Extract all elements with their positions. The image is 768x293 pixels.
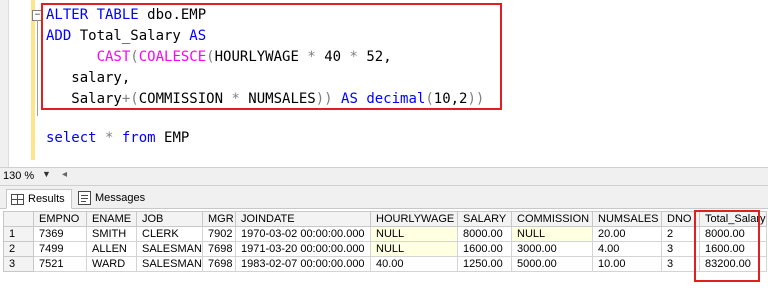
table-cell[interactable]: 8000.00 [457,226,512,242]
tab-messages[interactable]: Messages [74,189,151,207]
table-cell[interactable]: 5000.00 [511,256,593,272]
table-cell[interactable]: 7369 [33,226,87,242]
tab-results-label: Results [28,193,65,205]
total-salary-highlight [694,210,760,282]
table-cell[interactable]: 1970-03-02 00:00:00.000 [235,226,371,242]
column-header-empno[interactable]: EMPNO [33,211,87,227]
column-header-salary[interactable]: SALARY [457,211,512,227]
table-cell[interactable]: 7902 [202,226,236,242]
table-cell[interactable]: 10.00 [592,256,662,272]
scroll-left-icon[interactable]: ◂ [62,169,67,180]
messages-icon [78,191,91,205]
editor-gutter [0,0,9,167]
row-number-header[interactable] [3,211,34,227]
table-cell[interactable]: SMITH [86,226,137,242]
code-token: select [46,130,106,146]
grid-header-row: EMPNO ENAME JOB MGR JOINDATE HOURLYWAGE SALARY… [3,211,767,227]
code-line[interactable]: select * from EMP [46,128,189,149]
table-cell[interactable]: 7521 [33,256,87,272]
table-cell[interactable]: 20.00 [592,226,662,242]
table-cell[interactable]: WARD [86,256,137,272]
grid-icon [11,193,24,205]
table-cell[interactable]: SALESMAN [136,241,203,257]
query-editor[interactable]: − ALTER TABLE dbo.EMP ADD Total_Salary AS… [0,0,768,167]
tab-messages-label: Messages [95,192,146,204]
table-cell[interactable]: 7698 [202,241,236,257]
chevron-down-icon[interactable]: ▼ [42,169,51,179]
column-header-job[interactable]: JOB [136,211,203,227]
table-cell[interactable]: CLERK [136,226,203,242]
table-cell[interactable]: 1600.00 [457,241,512,257]
results-grid-area: EMPNO ENAME JOB MGR JOINDATE HOURLYWAGE SALARY… [0,209,768,293]
table-cell[interactable]: 1250.00 [457,256,512,272]
table-cell[interactable]: ALLEN [86,241,137,257]
table-cell[interactable]: NULL [511,226,593,242]
alter-statement-highlight [41,3,502,110]
column-header-commission[interactable]: COMMISSION [511,211,593,227]
table-row[interactable]: 1 7369 SMITH CLERK 7902 1970-03-02 00:00:00.0… [3,226,767,242]
results-tab-strip: Results Messages [0,186,768,209]
zoom-level[interactable]: 130 % [3,170,34,182]
column-header-ename[interactable]: ENAME [86,211,137,227]
column-header-numsales[interactable]: NUMSALES [592,211,662,227]
outline-line [37,20,38,116]
tab-results[interactable]: Results [6,189,72,209]
table-cell[interactable]: 3000.00 [511,241,593,257]
table-cell[interactable]: 4.00 [592,241,662,257]
table-cell[interactable]: 7499 [33,241,87,257]
table-row[interactable]: 2 7499 ALLEN SALESMAN 7698 1971-03-20 00:00:0… [3,241,767,257]
column-header-joindate[interactable]: JOINDATE [235,211,371,227]
change-tracking-bar [31,0,35,160]
table-cell[interactable]: SALESMAN [136,256,203,272]
code-token: EMP [164,130,190,146]
table-cell[interactable]: 1971-03-20 00:00:00.000 [235,241,371,257]
column-header-hourlywage[interactable]: HOURLYWAGE [370,211,458,227]
row-number[interactable]: 1 [3,226,34,242]
row-number[interactable]: 3 [3,256,34,272]
select-statement[interactable]: select * from EMP [46,128,189,149]
code-token: * [105,130,122,146]
table-cell[interactable]: 40.00 [370,256,458,272]
results-grid: EMPNO ENAME JOB MGR JOINDATE HOURLYWAGE SALARY… [3,211,767,272]
table-cell[interactable]: NULL [370,226,458,242]
row-number[interactable]: 2 [3,241,34,257]
table-cell[interactable]: NULL [370,241,458,257]
table-row[interactable]: 3 7521 WARD SALESMAN 7698 1983-02-07 00:00:00… [3,256,767,272]
code-token: from [121,130,165,146]
editor-status-bar: 130 % ▼ ◂ [0,167,768,186]
table-cell[interactable]: 1983-02-07 00:00:00.000 [235,256,371,272]
column-header-mgr[interactable]: MGR [202,211,236,227]
table-cell[interactable]: 7698 [202,256,236,272]
